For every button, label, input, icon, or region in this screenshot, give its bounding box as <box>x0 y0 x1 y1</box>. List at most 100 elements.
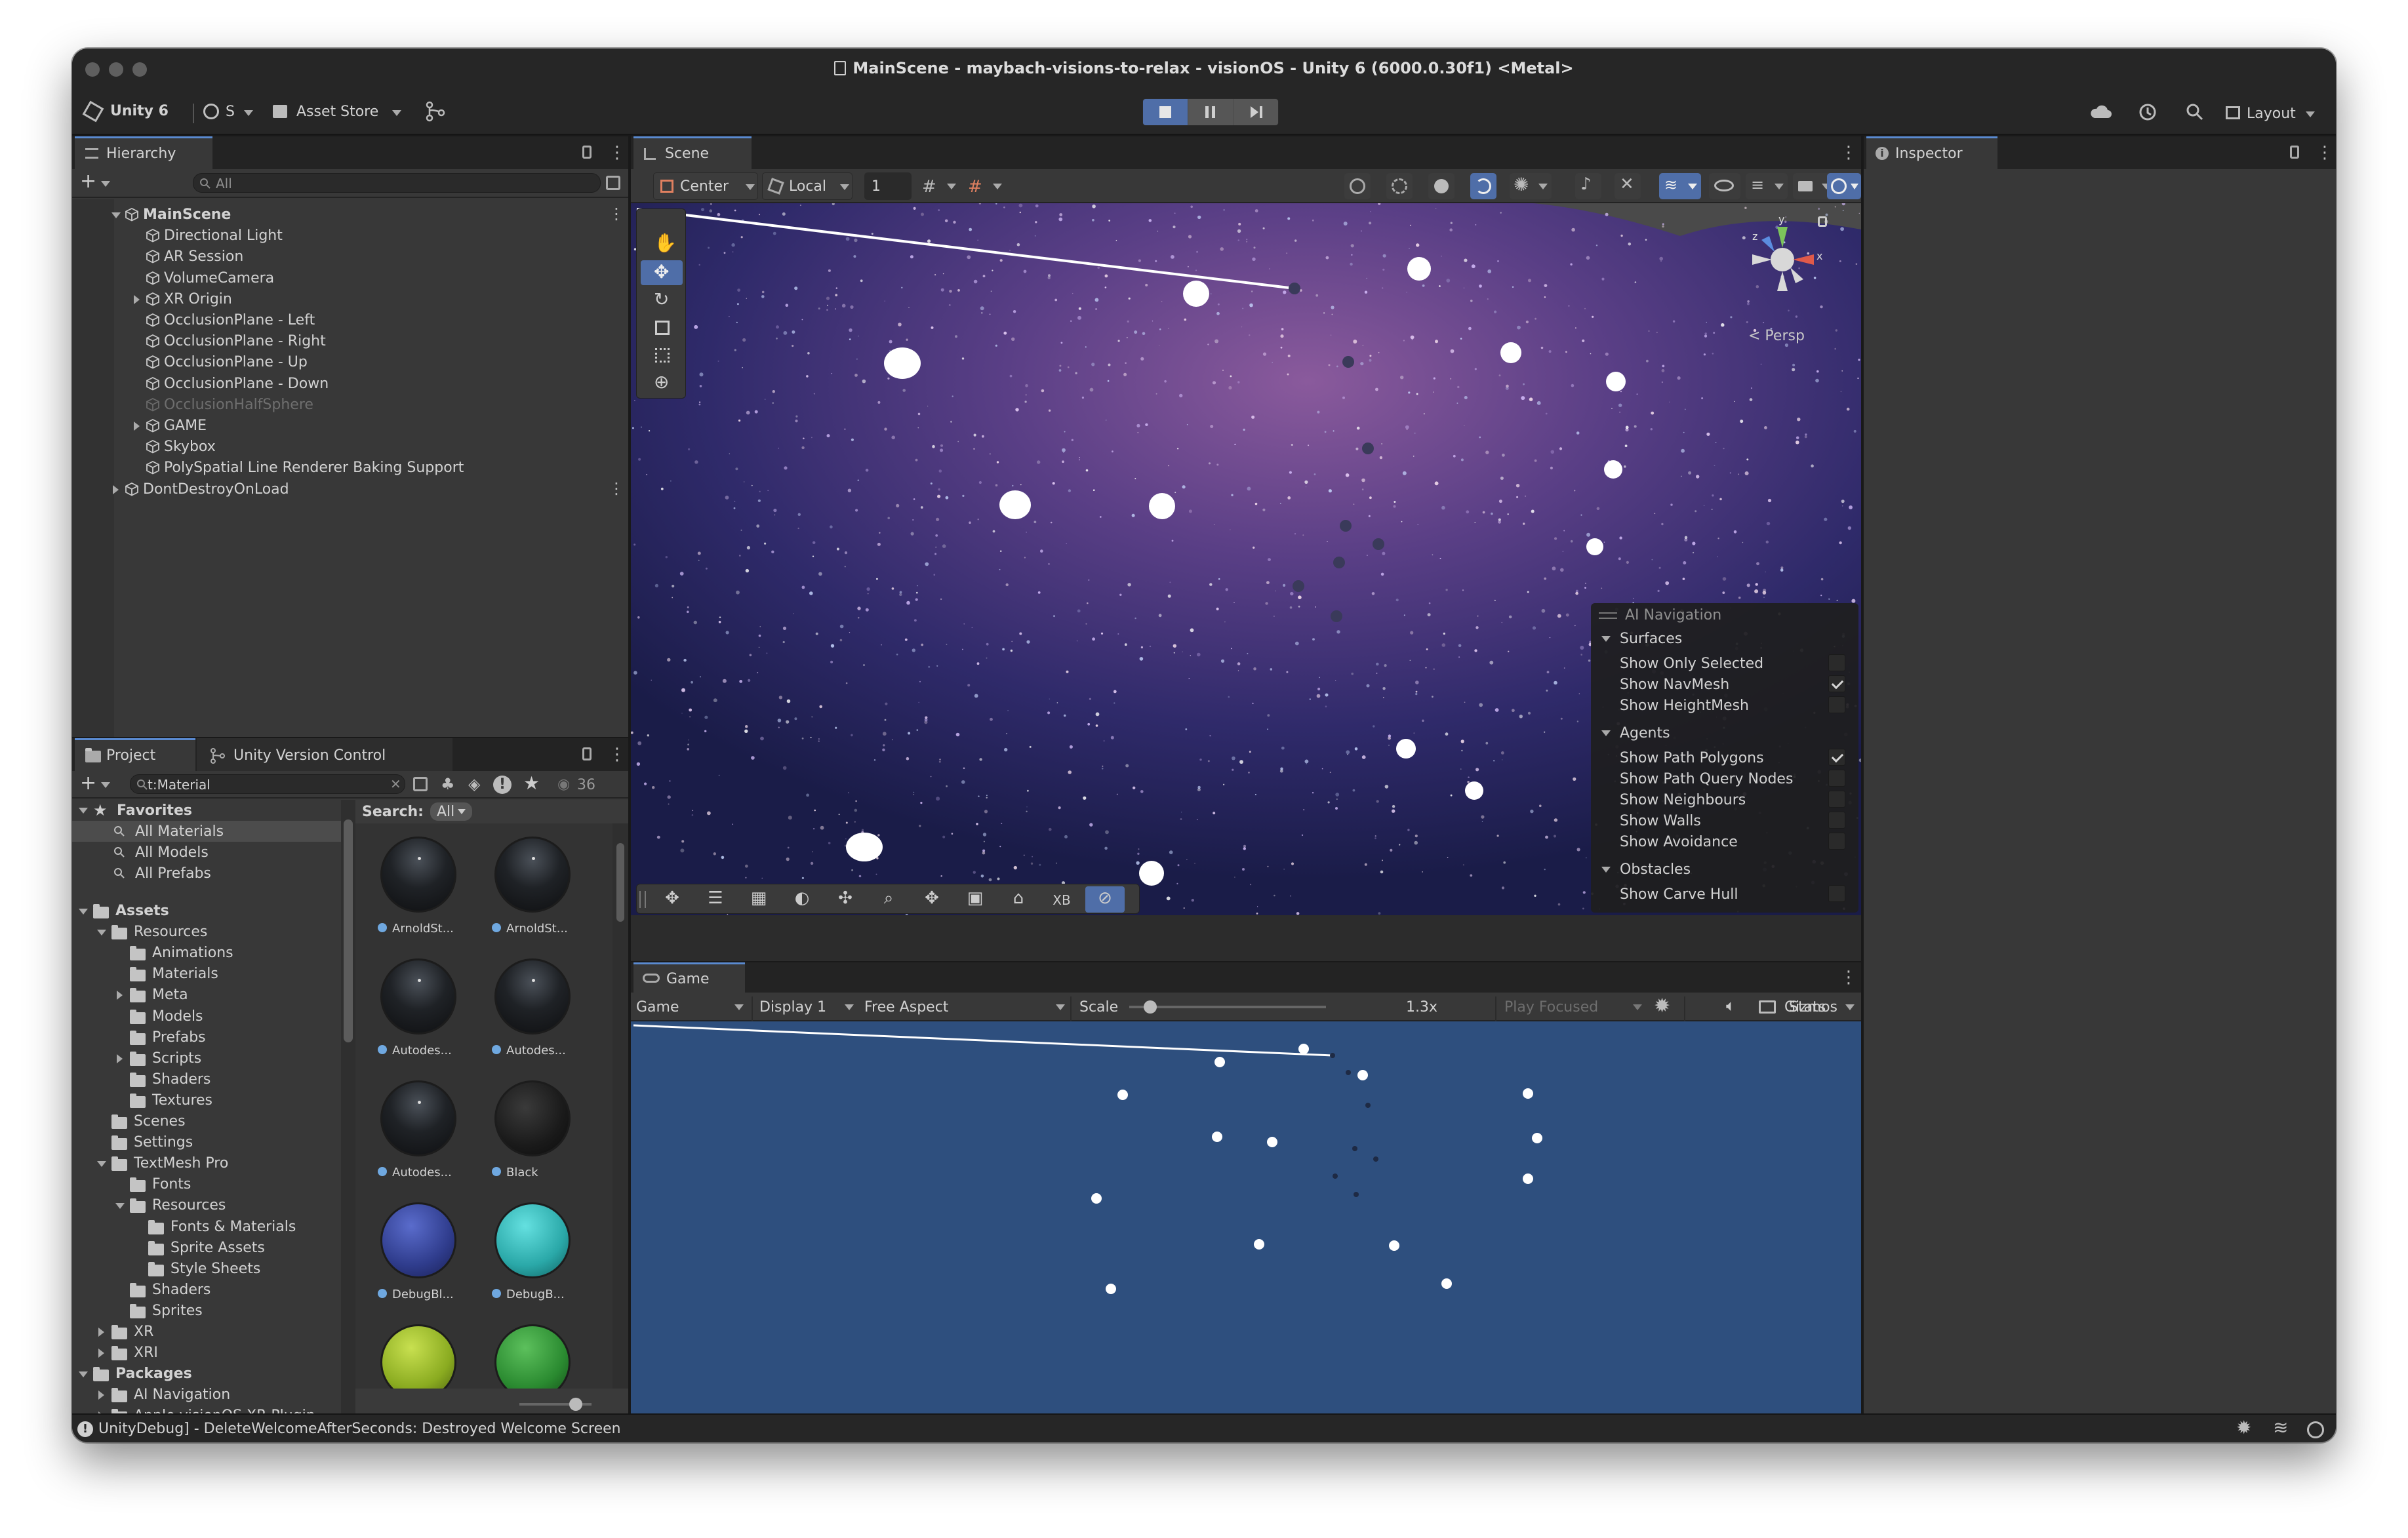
hierarchy-item[interactable]: OcclusionHalfSphere <box>72 395 628 416</box>
display-dropdown[interactable]: Display 1 <box>759 993 856 1021</box>
favorite-item-all-models[interactable]: All Models <box>72 842 341 863</box>
user-menu-button[interactable]: S <box>199 97 258 126</box>
overlay-tool-button[interactable]: ⊘ <box>1085 886 1125 913</box>
material-asset[interactable] <box>371 1324 470 1389</box>
hierarchy-item[interactable]: VolumeCamera <box>72 268 628 289</box>
project-tree-item[interactable]: Prefabs <box>72 1027 341 1048</box>
hierarchy-item[interactable]: GAME <box>72 416 628 437</box>
project-tree-item[interactable]: Packages <box>72 1364 341 1385</box>
chevron-down-icon[interactable] <box>115 1203 125 1210</box>
game-viewport[interactable] <box>631 1023 1861 1421</box>
project-tree-item[interactable]: Sprite Assets <box>72 1238 341 1259</box>
hierarchy-search-input[interactable]: All <box>193 173 601 193</box>
tree-scrollbar-thumb[interactable] <box>344 819 353 1042</box>
camera-layers-dropdown[interactable]: ≡ <box>1746 173 1788 199</box>
chevron-down-icon[interactable] <box>1601 730 1611 736</box>
project-search-input[interactable]: t:Material ✕ <box>130 774 405 794</box>
play-stop-button[interactable] <box>1143 99 1188 125</box>
project-tree-item[interactable]: Resources <box>72 922 341 943</box>
project-tree-item[interactable]: Shaders <box>72 1069 341 1090</box>
hierarchy-item[interactable]: OcclusionPlane - Right <box>72 331 628 352</box>
gizmos-chevron[interactable] <box>1843 1000 1861 1014</box>
project-tree-item[interactable]: Resources <box>72 1195 341 1216</box>
favorite-item-all-prefabs[interactable]: All Prefabs <box>72 863 341 884</box>
progress-check-icon[interactable] <box>2307 1421 2324 1438</box>
material-asset[interactable]: ArnoldSt... <box>371 837 470 955</box>
asset-scrollbar[interactable] <box>612 823 628 1389</box>
tab-scene[interactable]: Scene <box>633 136 752 169</box>
chevron-down-icon[interactable] <box>101 782 110 788</box>
ai-nav-option-checkbox[interactable] <box>1828 885 1845 902</box>
favorites-header[interactable]: ★ Favorites <box>72 800 341 821</box>
project-tree-item[interactable]: Scenes <box>72 1111 341 1132</box>
chevron-down-icon[interactable] <box>111 212 121 218</box>
scene-filter-icon[interactable] <box>606 176 620 190</box>
aspect-dropdown[interactable]: Free Aspect <box>864 993 1068 1021</box>
project-tree-item[interactable]: XRI <box>72 1343 341 1364</box>
chevron-down-icon[interactable] <box>97 930 106 936</box>
log-type-icon[interactable]: ! <box>493 776 512 794</box>
lock-icon[interactable] <box>2290 146 2299 159</box>
scale-slider[interactable] <box>1129 1006 1326 1008</box>
rect-tool-button[interactable] <box>641 343 683 368</box>
gizmos-dropdown[interactable] <box>1827 173 1861 199</box>
chevron-right-icon[interactable] <box>117 1054 123 1063</box>
project-tree-item[interactable]: Materials <box>72 964 341 985</box>
overlay-tool-button[interactable]: ✥ <box>652 886 692 913</box>
grid-snap-input[interactable]: 1 <box>864 172 912 200</box>
overlay-layers-button[interactable]: ≋ <box>1659 173 1701 199</box>
material-asset[interactable] <box>485 1324 584 1389</box>
overlay-tool-button[interactable]: ◐ <box>782 886 822 913</box>
hierarchy-item[interactable]: OcclusionPlane - Left <box>72 310 628 331</box>
ai-nav-option-checkbox[interactable] <box>1828 791 1845 808</box>
chevron-down-icon[interactable] <box>79 1371 88 1378</box>
project-tree-item[interactable]: Assets <box>72 901 341 922</box>
filter-by-label-icon[interactable]: ◈ <box>468 776 480 792</box>
drag-handle-icon[interactable] <box>1599 612 1617 619</box>
material-asset[interactable]: Autodes... <box>371 958 470 1076</box>
search-in-scene-icon[interactable] <box>413 777 428 791</box>
overlay-tool-button[interactable]: ▣ <box>955 886 995 913</box>
asset-size-slider-thumb[interactable] <box>569 1398 582 1411</box>
project-tree-item[interactable]: Fonts & Materials <box>72 1217 341 1238</box>
chevron-down-icon[interactable] <box>79 909 88 915</box>
ai-nav-option[interactable]: Show HeightMesh <box>1591 695 1858 716</box>
asset-scrollbar-thumb[interactable] <box>616 843 624 922</box>
ai-nav-section-header[interactable]: Obstacles <box>1591 859 1858 882</box>
step-button[interactable] <box>1234 99 1278 125</box>
create-asset-button[interactable]: + <box>80 774 96 793</box>
ai-nav-option[interactable]: Show Carve Hull <box>1591 884 1858 905</box>
tab-hierarchy[interactable]: Hierarchy <box>75 136 212 169</box>
kebab-menu-icon[interactable]: ⋮ <box>609 746 626 763</box>
ai-nav-option-checkbox[interactable] <box>1828 696 1845 713</box>
material-asset[interactable]: Autodes... <box>371 1080 470 1198</box>
project-tree-item[interactable]: Scripts <box>72 1048 341 1069</box>
search-scope-dropdown[interactable]: All <box>430 802 472 821</box>
game-mode-dropdown[interactable]: Game <box>631 993 749 1021</box>
project-tree-item[interactable]: Meta <box>72 985 341 1006</box>
chevron-right-icon[interactable] <box>98 1349 104 1358</box>
grid-visibility-dropdown[interactable]: # <box>918 176 960 198</box>
clear-search-icon[interactable]: ✕ <box>390 778 401 791</box>
ai-nav-option-checkbox[interactable] <box>1828 675 1845 692</box>
project-tree-item[interactable]: Settings <box>72 1132 341 1153</box>
project-tree-item[interactable]: XR <box>72 1322 341 1343</box>
project-tree-item[interactable]: Shaders <box>72 1280 341 1301</box>
overlay-tool-button[interactable]: ⌂ <box>999 886 1038 913</box>
gizmos-button[interactable]: Gizmos <box>1784 1000 1843 1015</box>
kebab-menu-icon[interactable]: ⋮ <box>2316 144 2333 161</box>
chevron-down-icon[interactable] <box>101 181 110 187</box>
kebab-menu-icon[interactable]: ⋮ <box>1840 969 1857 986</box>
project-tree-item[interactable]: Fonts <box>72 1174 341 1195</box>
debug-mode-icon[interactable]: ✹ <box>2236 1419 2251 1437</box>
filter-by-type-icon[interactable]: ♣ <box>441 776 455 792</box>
ai-nav-option[interactable]: Show Walls <box>1591 810 1858 831</box>
lock-icon[interactable] <box>582 146 592 159</box>
drag-handle-icon[interactable] <box>639 891 646 908</box>
ai-nav-option-checkbox[interactable] <box>1828 812 1845 829</box>
shaded-wireframe-button[interactable] <box>1470 173 1496 199</box>
material-asset[interactable]: Autodes... <box>485 958 584 1076</box>
ai-nav-option[interactable]: Show Path Query Nodes <box>1591 768 1858 789</box>
overlay-tool-button[interactable]: ⌕ <box>869 886 908 913</box>
hierarchy-item[interactable]: Skybox <box>72 437 628 458</box>
